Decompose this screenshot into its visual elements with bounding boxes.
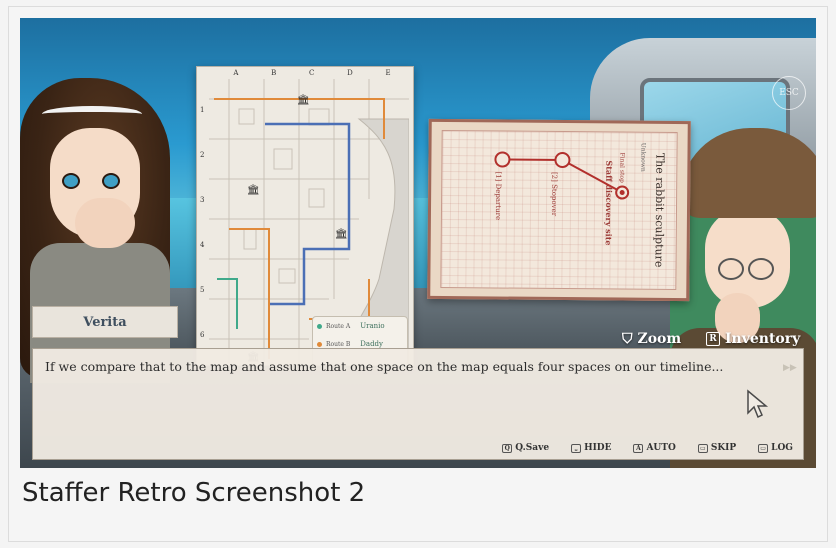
dialog-text: If we compare that to the map and assume… <box>45 359 724 374</box>
speaker-nameplate: Verita <box>32 306 178 338</box>
screenshot-caption: Staffer Retro Screenshot 2 <box>22 478 366 508</box>
dialog-box[interactable]: If we compare that to the map and assume… <box>32 348 804 460</box>
next-arrow-icon: ▶▶ <box>783 363 797 373</box>
skip-key-icon: ▭ <box>697 443 708 453</box>
notebook-page[interactable]: The rabbit sculpture Unknown Final stop … <box>427 118 691 302</box>
log-button[interactable]: ▭ LOG <box>758 443 793 453</box>
game-screenshot: ESC ABCDE 123456 🏛 🏛 🏛 🏛 Route AUranio R… <box>20 18 816 468</box>
map-row-labels: 123456 <box>200 105 205 339</box>
log-key-icon: ▭ <box>758 443 769 453</box>
dialog-controls: Q Q.Save ⎵ HIDE A AUTO ▭ SKIP ▭ LOG <box>502 443 793 453</box>
hide-button[interactable]: ⎵ HIDE <box>571 443 611 453</box>
map-landmark-icon[interactable]: 🏛 <box>247 185 260 196</box>
esc-button[interactable]: ESC <box>772 76 806 110</box>
key-r-icon: R <box>706 332 720 346</box>
hide-key-icon: ⎵ <box>571 443 582 453</box>
auto-button[interactable]: A AUTO <box>633 443 676 453</box>
inventory-button[interactable]: R Inventory <box>706 331 800 347</box>
map-landmark-icon[interactable]: 🏛 <box>297 95 310 106</box>
quick-save-button[interactable]: Q Q.Save <box>502 443 549 453</box>
map-column-labels: ABCDE <box>233 69 391 77</box>
mouse-cursor-icon <box>747 389 769 419</box>
zoom-button[interactable]: ⛉ Zoom <box>622 331 681 347</box>
map-landmark-icon[interactable]: 🏛 <box>335 229 348 240</box>
skip-button[interactable]: ▭ SKIP <box>697 443 736 453</box>
zoom-icon: ⛉ <box>622 331 633 347</box>
notebook-route-line <box>494 151 630 200</box>
